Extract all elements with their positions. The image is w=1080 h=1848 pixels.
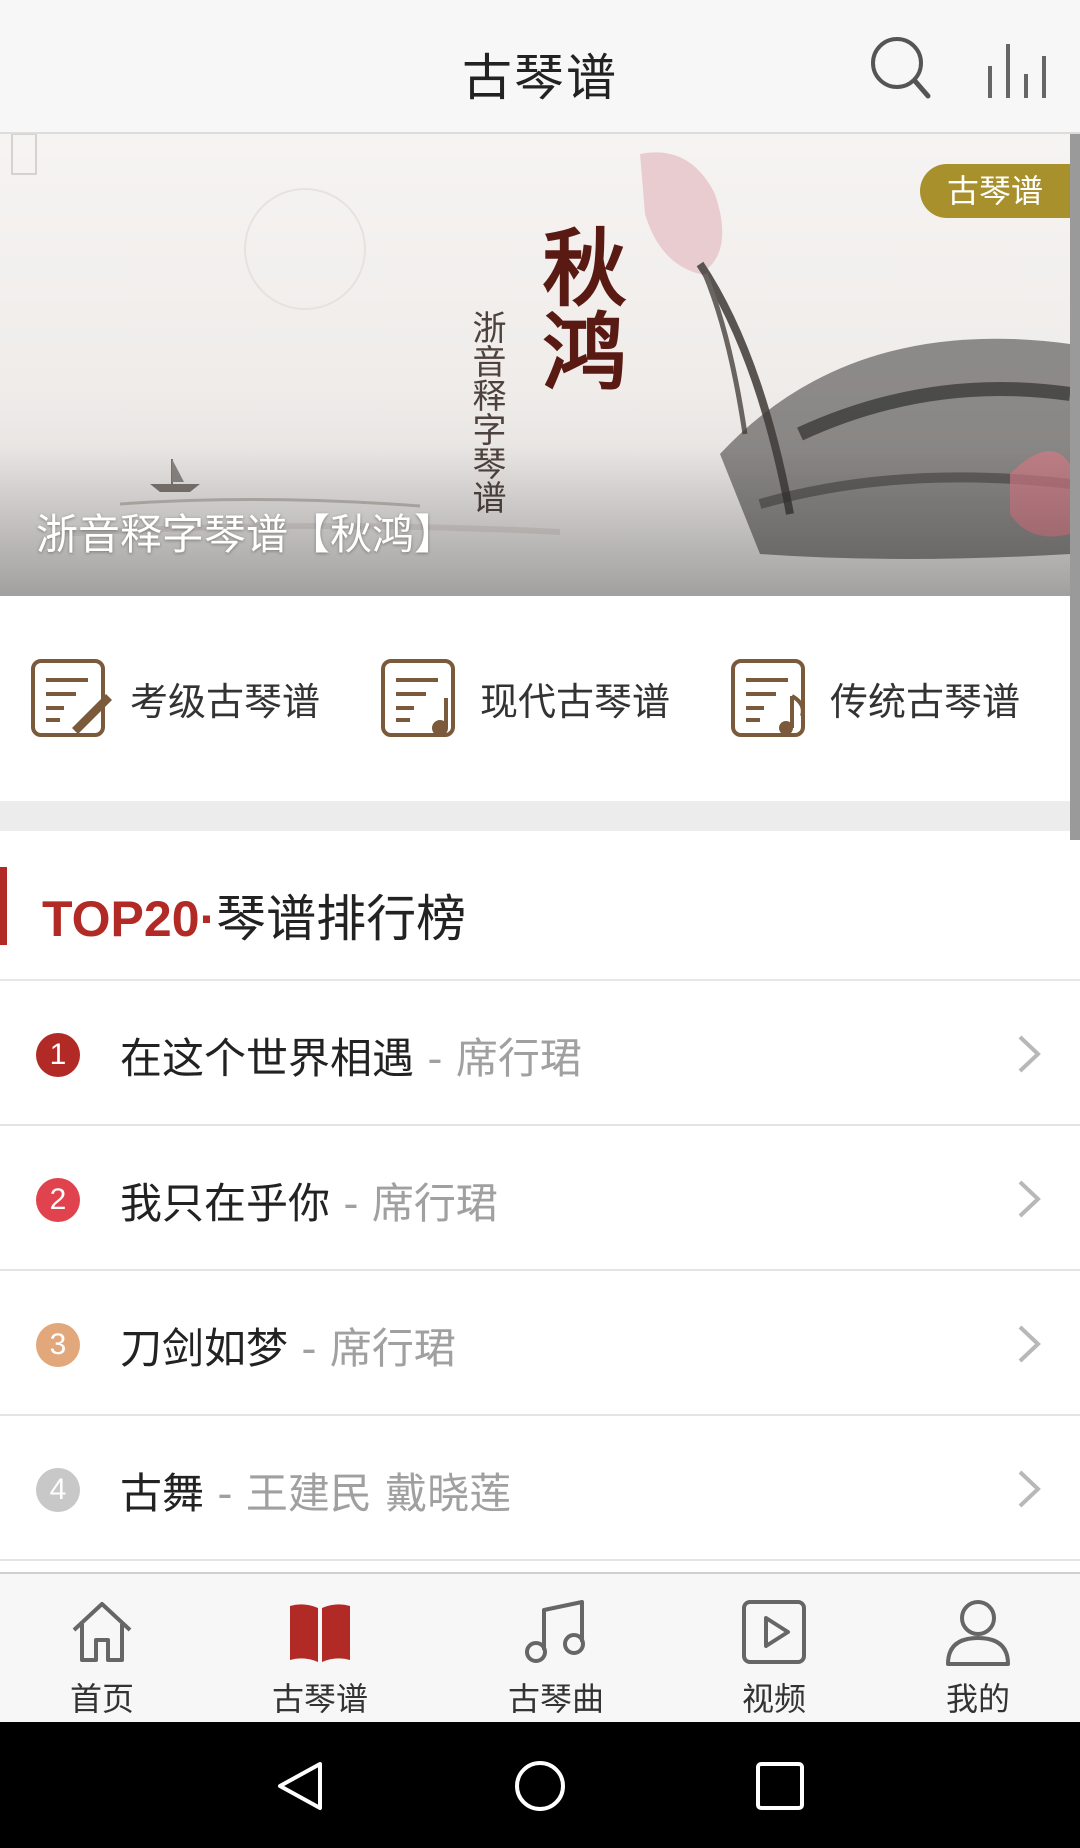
nav-home[interactable]: 首页 <box>22 1596 182 1720</box>
home-button-icon[interactable] <box>512 1758 568 1814</box>
ranking-row-4[interactable]: 4 古舞 - 王建民 戴晓莲 <box>0 1416 1080 1561</box>
song-title: 我只在乎你 <box>120 1179 331 1228</box>
score-note-icon <box>381 659 455 737</box>
song-sep: - <box>330 1179 372 1228</box>
rank-badge: 2 <box>36 1178 80 1222</box>
rank-badge: 1 <box>36 1033 80 1077</box>
song-entry: 刀剑如梦 - 席行珺 <box>120 1315 456 1376</box>
ranking-title-rest: 琴谱排行榜 <box>216 890 467 948</box>
scrollbar[interactable] <box>1070 134 1080 840</box>
chevron-right-icon <box>1018 1325 1041 1363</box>
song-entry: 古舞 - 王建民 戴晓莲 <box>120 1460 511 1521</box>
video-icon <box>742 1600 806 1664</box>
banner-carousel[interactable]: 秋鸿 浙音释字琴谱 古琴谱 浙音释字琴谱【秋鸿】 <box>0 134 1070 596</box>
search-icon[interactable] <box>866 32 936 102</box>
song-title: 刀剑如梦 <box>120 1324 289 1373</box>
category-modern-scores[interactable]: 现代古琴谱 <box>380 658 670 738</box>
category-label: 现代古琴谱 <box>480 679 671 724</box>
back-icon[interactable] <box>272 1758 328 1814</box>
nav-scores[interactable]: 古琴谱 <box>240 1596 400 1720</box>
category-label: 考级古琴谱 <box>130 679 321 724</box>
category-label: 传统古琴谱 <box>830 679 1021 724</box>
ranking-chart-icon[interactable] <box>984 40 1050 100</box>
rank-badge: 4 <box>36 1468 80 1512</box>
song-entry: 我只在乎你 - 席行珺 <box>120 1170 498 1231</box>
banner-caption: 浙音释字琴谱【秋鸿】 <box>36 510 457 559</box>
score-pen-icon <box>31 659 112 737</box>
category-exam-scores[interactable]: 考级古琴谱 <box>30 658 320 738</box>
song-artist: 席行珺 <box>329 1324 456 1373</box>
ranking-row-1[interactable]: 1 在这个世界相遇 - 席行珺 <box>0 981 1080 1126</box>
ranking-row-3[interactable]: 3 刀剑如梦 - 席行珺 <box>0 1271 1080 1416</box>
score-music-icon <box>731 659 805 737</box>
nav-video[interactable]: 视频 <box>694 1596 854 1720</box>
ranking-title-top: TOP20 <box>42 891 200 947</box>
person-icon <box>946 1600 1010 1666</box>
recent-apps-icon[interactable] <box>752 1758 808 1814</box>
song-entry: 在这个世界相遇 - 席行珺 <box>120 1025 582 1086</box>
category-row: 考级古琴谱 现代古琴谱 传统古琴谱 <box>0 596 1070 801</box>
section-divider <box>0 801 1070 831</box>
app-root: 古琴谱 秋鸿 浙音释字琴谱 古琴谱 浙音释字琴谱【秋鸿】 考级古琴谱 现代古琴谱… <box>0 0 1080 1848</box>
section-accent-bar <box>0 867 7 945</box>
song-sep: - <box>414 1034 456 1083</box>
book-icon <box>290 1604 350 1662</box>
nav-label: 视频 <box>741 1680 806 1718</box>
chevron-right-icon <box>1018 1180 1041 1218</box>
chevron-right-icon <box>1018 1470 1041 1508</box>
nav-profile[interactable]: 我的 <box>898 1596 1058 1720</box>
chevron-right-icon <box>1018 1035 1041 1073</box>
rank-badge: 3 <box>36 1323 80 1367</box>
bottom-navigation: 首页 古琴谱 古琴曲 视频 我的 <box>0 1572 1080 1722</box>
music-note-icon <box>525 1600 585 1663</box>
nav-label: 古琴曲 <box>507 1680 604 1718</box>
home-icon <box>72 1602 132 1662</box>
song-sep: - <box>204 1469 246 1518</box>
ranking-title-dot: · <box>199 891 217 947</box>
song-title: 古舞 <box>120 1469 205 1518</box>
song-sep: - <box>288 1324 330 1373</box>
ranking-title: TOP20·琴谱排行榜 <box>42 879 466 951</box>
top-app-bar: 古琴谱 <box>0 0 1080 134</box>
category-traditional-scores[interactable]: 传统古琴谱 <box>730 658 1020 738</box>
song-artist: 席行珺 <box>455 1034 582 1083</box>
nav-label: 我的 <box>945 1680 1010 1718</box>
ranking-header: TOP20·琴谱排行榜 <box>0 831 1080 981</box>
song-artist: 王建民 戴晓莲 <box>245 1469 512 1518</box>
nav-label: 古琴谱 <box>271 1680 368 1718</box>
song-title: 在这个世界相遇 <box>120 1034 415 1083</box>
banner-calligraphy: 秋鸿 <box>529 224 628 392</box>
ranking-row-2[interactable]: 2 我只在乎你 - 席行珺 <box>0 1126 1080 1271</box>
song-artist: 席行珺 <box>371 1179 498 1228</box>
nav-music[interactable]: 古琴曲 <box>476 1596 636 1720</box>
system-navigation-bar <box>0 1722 1080 1848</box>
banner-badge: 古琴谱 <box>920 164 1070 218</box>
nav-label: 首页 <box>69 1680 134 1718</box>
